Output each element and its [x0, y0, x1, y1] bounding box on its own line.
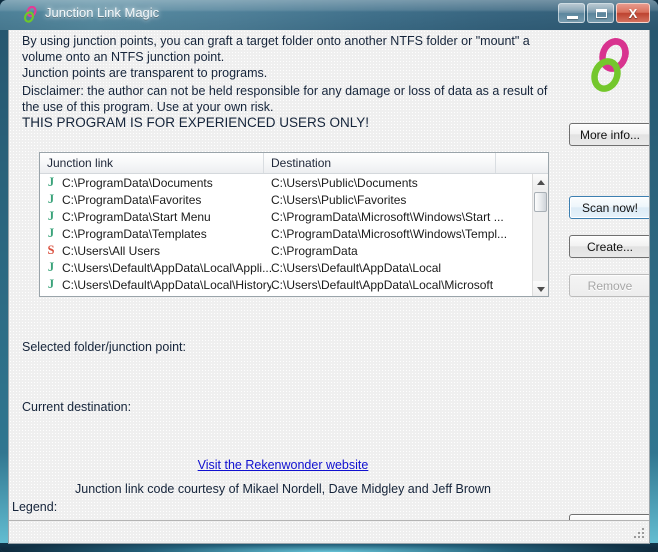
column-header-destination[interactable]: Destination [264, 153, 496, 173]
list-vertical-scrollbar[interactable] [532, 174, 548, 296]
title-bar[interactable]: Junction Link Magic X [0, 0, 658, 30]
grip-dot [638, 532, 640, 534]
row-type-icon: J [47, 192, 55, 206]
disclaimer-paragraph: Disclaimer: the author can not be held r… [22, 84, 551, 114]
column-header-junction-link[interactable]: Junction link [40, 153, 264, 173]
rekenwonder-website-link[interactable]: Visit the Rekenwonder website [9, 458, 557, 472]
junction-list[interactable]: Junction link Destination J C:\ProgramDat… [39, 152, 549, 297]
row-type-icon: J [47, 175, 55, 189]
scroll-down-arrow-icon[interactable] [533, 281, 548, 296]
row-destination: C:\ProgramData\Microsoft\Windows\Templ..… [271, 226, 508, 241]
row-destination: C:\ProgramData\Microsoft\Windows\Start .… [271, 209, 504, 224]
scan-now-button[interactable]: Scan now! [569, 196, 649, 219]
create-label: Create... [586, 239, 634, 254]
scan-now-label: Scan now! [581, 200, 639, 215]
intro-paragraph: By using junction points, you can graft … [22, 34, 530, 80]
table-row[interactable]: J C:\Users\Default\AppData\Local\Appli...… [40, 259, 534, 276]
grip-dot [642, 536, 644, 538]
credits-text: Junction link code courtesy of Mikael No… [75, 482, 491, 496]
table-row[interactable]: J C:\ProgramData\Documents C:\Users\Public… [40, 174, 534, 191]
window-title: Junction Link Magic [45, 5, 160, 20]
chain-link-icon [24, 6, 37, 23]
create-button[interactable]: Create... [569, 235, 649, 258]
remove-label: Remove [587, 278, 633, 293]
legend-title: Legend: [12, 500, 58, 514]
table-row[interactable]: J C:\ProgramData\Favorites C:\Users\Public… [40, 191, 534, 208]
column-header-extra[interactable] [496, 153, 533, 173]
chain-link-logo [591, 38, 629, 92]
scroll-up-arrow-icon[interactable] [533, 174, 548, 190]
more-info-button[interactable]: More info... [569, 123, 649, 146]
grip-dot [642, 528, 644, 530]
grip-dot [638, 536, 640, 538]
table-row[interactable]: J C:\ProgramData\Templates C:\ProgramData\… [40, 225, 534, 242]
resize-grip[interactable] [634, 528, 646, 540]
application-window: Junction Link Magic X By using junction … [0, 0, 658, 552]
row-junction-link: C:\ProgramData\Documents [62, 175, 213, 190]
table-row[interactable]: S C:\Users\All Users C:\ProgramData [40, 242, 534, 259]
remove-button: Remove [569, 274, 649, 297]
more-info-label: More info... [579, 127, 641, 142]
row-junction-link: C:\ProgramData\Favorites [62, 192, 202, 207]
close-icon: X [628, 5, 638, 21]
row-type-icon: J [47, 226, 55, 240]
close-window-button[interactable]: X [616, 3, 650, 23]
status-bar [9, 520, 649, 543]
scrollbar-thumb[interactable] [534, 192, 547, 212]
row-destination: C:\ProgramData [271, 243, 358, 258]
minimize-button[interactable] [558, 3, 585, 23]
dialog-client-area: By using junction points, you can graft … [8, 30, 650, 544]
row-destination: C:\Users\Default\AppData\Local\Microsoft [271, 277, 494, 292]
row-junction-link: C:\Users\All Users [62, 243, 161, 258]
experienced-users-warning: THIS PROGRAM IS FOR EXPERIENCED USERS ON… [22, 115, 370, 130]
current-destination-label: Current destination: [22, 400, 132, 414]
row-junction-link: C:\ProgramData\Templates [62, 226, 207, 241]
list-rows-container: J C:\ProgramData\Documents C:\Users\Public… [40, 174, 534, 296]
row-junction-link: C:\Users\Default\AppData\Local\Appli... [62, 260, 271, 275]
grip-dot [642, 532, 644, 534]
window-frame-left-edge [0, 30, 8, 546]
window-frame-right-edge [650, 30, 658, 546]
grip-dot [634, 536, 636, 538]
maximize-button[interactable] [587, 3, 614, 23]
row-type-icon: J [47, 277, 55, 291]
row-junction-link: C:\ProgramData\Start Menu [62, 209, 211, 224]
row-destination: C:\Users\Default\AppData\Local [271, 260, 442, 275]
row-type-icon: J [47, 209, 55, 223]
maximize-icon [596, 9, 607, 18]
minimize-icon [567, 16, 578, 19]
row-type-icon: J [47, 260, 55, 274]
table-row[interactable]: J C:\ProgramData\Start Menu C:\ProgramData… [40, 208, 534, 225]
row-destination: C:\Users\Public\Documents [271, 175, 418, 190]
window-frame-bottom-edge [0, 543, 658, 552]
table-row[interactable]: J C:\Users\Default\AppData\Local\History C… [40, 276, 534, 293]
selected-folder-label: Selected folder/junction point: [22, 340, 186, 354]
row-type-icon: S [47, 243, 55, 257]
row-destination: C:\Users\Public\Favorites [271, 192, 407, 207]
row-junction-link: C:\Users\Default\AppData\Local\History [62, 277, 271, 292]
list-header-row: Junction link Destination [40, 153, 548, 174]
